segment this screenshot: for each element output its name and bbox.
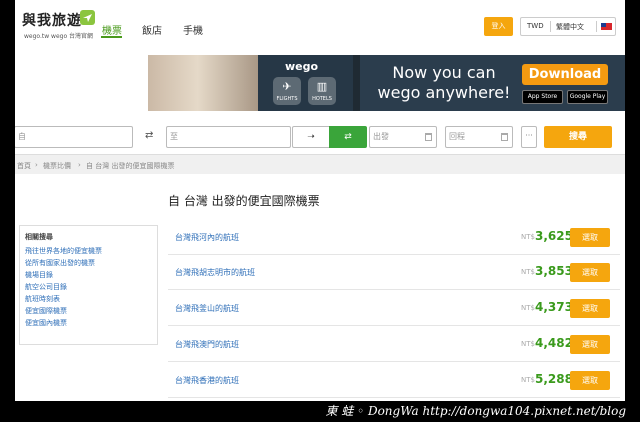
flights-tile: ✈ FLIGHTS [273, 77, 301, 105]
calendar-icon [501, 133, 508, 141]
destination-input[interactable]: 至 [166, 126, 291, 148]
result-route-link[interactable]: 台灣飛河內的航班 [175, 232, 239, 243]
sidebar-link[interactable]: 航空公司目錄 [25, 282, 67, 292]
nav-flights[interactable]: 機票 [102, 22, 122, 37]
breadcrumb-current: 自 台灣 出發的便宜國際機票 [86, 162, 175, 170]
sidebar-link[interactable]: 便宜國際機票 [25, 306, 67, 316]
hotels-tile: ▥ HOTELS [308, 77, 336, 105]
sidebar-link[interactable]: 便宜國內機票 [25, 318, 67, 328]
calendar-icon [425, 133, 432, 141]
app-promo-banner[interactable]: wego ✈ FLIGHTS ▥ HOTELS Now you can wego… [148, 55, 625, 111]
locale-selector[interactable]: TWD 繁體中文 [520, 17, 616, 36]
google-play-badge[interactable]: Google Play [567, 90, 608, 104]
airplane-icon: ✈ [282, 80, 292, 93]
app-store-badge[interactable]: App Store [522, 90, 563, 104]
banner-photo [148, 55, 258, 111]
divider [550, 21, 551, 32]
active-nav-indicator [101, 36, 122, 38]
breadcrumb-home[interactable]: 首頁 [17, 161, 31, 171]
return-date-input[interactable]: 回程 [445, 126, 513, 148]
price-value: 3,853 [535, 264, 573, 278]
more-options-button[interactable]: ··· [521, 126, 537, 148]
breadcrumb-separator: › [35, 161, 38, 169]
result-row: 台灣飛澳門的航班 NT$ 4,482 選取 [168, 330, 620, 362]
banner-wego-logo: wego [285, 60, 319, 73]
price-value: 4,373 [535, 300, 573, 314]
download-button[interactable]: Download [522, 64, 608, 85]
roundtrip-toggle[interactable]: ⇄ [329, 126, 367, 148]
price-currency: NT$ [521, 304, 535, 312]
result-route-link[interactable]: 台灣飛胡志明市的航班 [175, 267, 255, 278]
nav-mobile[interactable]: 手機 [183, 22, 203, 37]
banner-phone-screen: wego ✈ FLIGHTS ▥ HOTELS [258, 55, 353, 111]
select-button[interactable]: 選取 [570, 335, 610, 354]
top-header: 與我旅遊 wego.tw wego 台灣官網 機票 飯店 手機 登入 TWD 繁… [15, 0, 625, 46]
result-route-link[interactable]: 台灣飛澳門的航班 [175, 339, 239, 350]
logo-title: 與我旅遊 [22, 13, 82, 29]
flight-search-bar: 自 ⇄ 至 ➝ ⇄ 出發 回程 ··· 搜尋 [15, 117, 625, 159]
breadcrumb-flights[interactable]: 機票比價 [43, 161, 71, 171]
result-route-link[interactable]: 台灣飛香港的航班 [175, 375, 239, 386]
hotels-tile-label: HOTELS [312, 96, 332, 102]
nav-hotels[interactable]: 飯店 [142, 22, 162, 37]
result-row: 台灣飛香港的航班 NT$ 5,288 選取 [168, 366, 620, 398]
page-title: 自 台灣 出發的便宜國際機票 [168, 194, 320, 208]
taiwan-flag-icon[interactable] [601, 23, 612, 30]
price-currency: NT$ [521, 340, 535, 348]
sidebar-link[interactable]: 機場目錄 [25, 270, 53, 280]
depart-placeholder: 出發 [373, 132, 389, 141]
select-button[interactable]: 選取 [570, 299, 610, 318]
select-button[interactable]: 選取 [570, 263, 610, 282]
result-row: 台灣飛胡志明市的航班 NT$ 3,853 選取 [168, 258, 620, 290]
language-selector[interactable]: 繁體中文 [556, 22, 584, 32]
return-placeholder: 回程 [449, 132, 465, 141]
sidebar-link[interactable]: 飛往世界各地的便宜機票 [25, 246, 102, 256]
banner-headline: Now you can wego anywhere! [377, 63, 511, 102]
price-value: 4,482 [535, 336, 573, 350]
result-route-link[interactable]: 台灣飛釜山的航班 [175, 303, 239, 314]
price-currency: NT$ [521, 268, 535, 276]
flights-tile-label: FLIGHTS [276, 96, 298, 102]
result-row: 台灣飛釜山的航班 NT$ 4,373 選取 [168, 294, 620, 326]
select-button[interactable]: 選取 [570, 228, 610, 247]
price-currency: NT$ [521, 376, 535, 384]
result-row: 台灣飛河內的航班 NT$ 3,625 選取 [168, 223, 620, 255]
divider [596, 21, 597, 32]
search-button[interactable]: 搜尋 [544, 126, 612, 148]
page: 與我旅遊 wego.tw wego 台灣官網 機票 飯店 手機 登入 TWD 繁… [15, 0, 625, 401]
swap-icon[interactable]: ⇄ [145, 130, 153, 141]
origin-input[interactable]: 自 [15, 126, 133, 148]
select-button[interactable]: 選取 [570, 371, 610, 390]
related-searches-title: 相關搜尋 [25, 233, 53, 241]
logo-subtitle: wego.tw wego 台灣官網 [24, 33, 94, 40]
price-currency: NT$ [521, 233, 535, 241]
breadcrumb-separator: › [78, 161, 81, 169]
banner-promo-panel: Now you can wego anywhere! Download App … [360, 55, 625, 111]
sidebar-link[interactable]: 航班時刻表 [25, 294, 60, 304]
price-value: 3,625 [535, 229, 573, 243]
related-searches-panel: 相關搜尋 飛往世界各地的便宜機票 從所有國家出發的機票 機場目錄 航空公司目錄 … [19, 225, 158, 345]
breadcrumb: 首頁 › 機票比價 › 自 台灣 出發的便宜國際機票 [15, 154, 625, 174]
oneway-toggle[interactable]: ➝ [292, 126, 330, 148]
hotel-icon: ▥ [316, 80, 328, 93]
price-value: 5,288 [535, 372, 573, 386]
depart-date-input[interactable]: 出發 [369, 126, 437, 148]
plane-logo-icon [80, 10, 95, 25]
login-button[interactable]: 登入 [484, 17, 513, 36]
blog-watermark: 東 蛙 ◦ DongWa http://dongwa104.pixnet.net… [0, 401, 640, 422]
logo[interactable]: 與我旅遊 wego.tw wego 台灣官網 [22, 10, 100, 40]
currency-selector[interactable]: TWD [527, 22, 544, 30]
sidebar-link[interactable]: 從所有國家出發的機票 [25, 258, 95, 268]
